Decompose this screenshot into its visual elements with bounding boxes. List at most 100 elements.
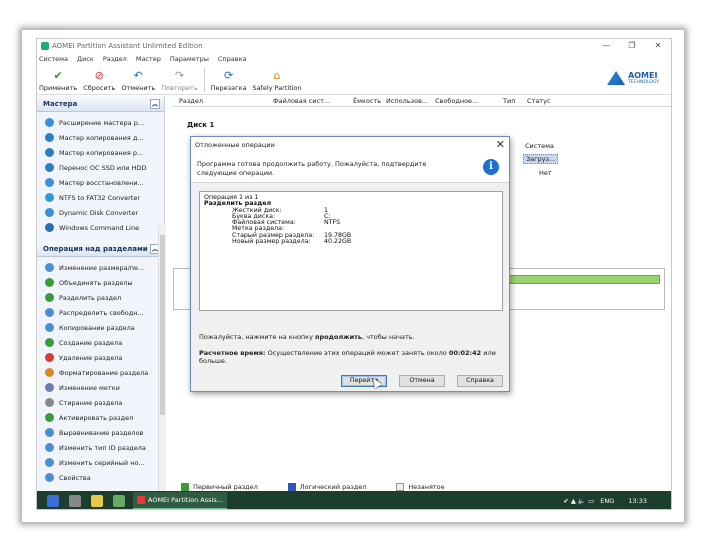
wizard-item[interactable]: NTFS to FAT32 Converter [45, 190, 164, 205]
wizard-item[interactable]: Перенос ОС SSD или HDD [45, 160, 164, 175]
start-icon[interactable] [47, 495, 59, 507]
app-icon [41, 42, 49, 50]
explorer-icon[interactable] [91, 495, 103, 507]
wizard-item[interactable]: Dynamic Disk Converter [45, 205, 164, 220]
partition-op-item[interactable]: Выравнивание разделов [45, 425, 164, 440]
partition-op-item[interactable]: Изменить тип ID раздела [45, 440, 164, 455]
unallocated-swatch [396, 483, 405, 491]
partition-op-item[interactable]: Изменение метки [45, 380, 164, 395]
partition-op-item[interactable]: Свойства [45, 470, 164, 485]
operation-icon [45, 263, 54, 272]
partition-op-item[interactable]: Активировать раздел [45, 410, 164, 425]
operations-list[interactable]: Операция 1 из 1 Разделить раздел Жесткий… [199, 191, 503, 311]
tray-icons[interactable]: ✔ ▲ 🔈 ▭ [563, 497, 594, 505]
safely-partition-button[interactable]: ⌂ Safely Partition [252, 69, 301, 94]
clock[interactable]: 13:33 [628, 497, 647, 505]
task-view-icon[interactable] [69, 495, 81, 507]
pending-operations-dialog: Отложенные операции ✕ Программа готова п… [190, 136, 510, 392]
partition-ops-list: Изменение размера/пе... Объединять раздел… [37, 257, 164, 485]
wizard-item[interactable]: Мастер копирования р... [45, 145, 164, 160]
dialog-close-icon[interactable]: ✕ [496, 138, 505, 151]
aomei-logo-mark [607, 71, 626, 85]
operation-icon [45, 428, 54, 437]
col-partition[interactable]: Раздел [179, 97, 203, 105]
menu-wizard[interactable]: Мастер [136, 55, 161, 63]
undo-button[interactable]: ↶ Отменить [121, 69, 155, 94]
menu-partition[interactable]: Раздел [103, 55, 127, 63]
wizard-item[interactable]: Мастер копирования д... [45, 130, 164, 145]
col-used[interactable]: Использов... [386, 97, 428, 105]
partition-op-item[interactable]: Распределить свободн... [45, 305, 164, 320]
partition-op-item[interactable]: Разделить раздел [45, 290, 164, 305]
col-free[interactable]: Свободное... [435, 97, 478, 105]
check-icon: ✔ [53, 69, 63, 82]
wizards-header[interactable]: Мастера ︽ [37, 96, 164, 112]
legend-primary: Первичный раздел [193, 483, 258, 491]
taskbar-aomei-app[interactable]: AOMEI Partition Assis... [133, 492, 227, 509]
wizard-icon [45, 208, 54, 217]
menu-disk[interactable]: Диск [77, 55, 94, 63]
col-capacity[interactable]: Ёмкость [353, 97, 381, 105]
operation-icon [45, 473, 54, 482]
wizard-item[interactable]: Мастер восстановлени... [45, 175, 164, 190]
operation-icon [45, 323, 54, 332]
primary-swatch [181, 483, 189, 491]
partition-op-item[interactable]: Изменение размера/пе... [45, 260, 164, 275]
window-title: AOMEI Partition Assistant Unlimited Edit… [52, 42, 203, 50]
toolbar: ✔ Применить ⊘ Сбросить ↶ Отменить ↷ Повт… [37, 65, 671, 95]
taskbar: AOMEI Partition Assis... ✔ ▲ 🔈 ▭ ENG 13:… [37, 491, 671, 509]
status-boot[interactable]: Загруз... [523, 154, 559, 164]
app-icon[interactable] [113, 495, 125, 507]
operation-icon [45, 308, 54, 317]
status-system[interactable]: Система [525, 142, 554, 150]
wizard-icon [45, 133, 54, 142]
scrollbar-thumb[interactable] [160, 235, 165, 415]
partition-op-item[interactable]: Удаление раздела [45, 350, 164, 365]
partition-op-item[interactable]: Стирание раздела [45, 395, 164, 410]
logical-swatch [287, 483, 296, 491]
menu-options[interactable]: Параметры [170, 55, 209, 63]
language-indicator[interactable]: ENG [600, 497, 614, 505]
legend-logical: Логический раздел [299, 483, 367, 491]
close-icon[interactable]: ✕ [645, 39, 671, 53]
collapse-icon[interactable]: ︽ [150, 99, 160, 109]
operation-icon [45, 293, 54, 302]
wizard-item[interactable]: Расширение мастера р... [45, 115, 164, 130]
wizard-icon [45, 148, 54, 157]
wizard-icon [45, 118, 54, 127]
col-type[interactable]: Тип [503, 97, 515, 105]
aomei-logo: AOMEI TECHNOLOGY [607, 71, 659, 85]
undo-icon: ↶ [133, 69, 143, 82]
operation-icon [45, 443, 54, 452]
safely-partition-icon: ⌂ [273, 69, 281, 82]
partition-ops-header[interactable]: Операция над разделами ︽ [37, 241, 164, 257]
wizard-item[interactable]: Windows Command Line [45, 220, 164, 235]
partition-op-item[interactable]: Объединять разделы [45, 275, 164, 290]
reload-button[interactable]: ⟳ Перезагка [211, 69, 247, 94]
menu-system[interactable]: Система [39, 55, 68, 63]
maximize-icon[interactable]: ❐ [619, 39, 645, 53]
status-no[interactable]: Нет [539, 169, 552, 177]
discard-button[interactable]: ⊘ Сбросить [83, 69, 115, 94]
apply-button[interactable]: ✔ Применить [39, 69, 77, 94]
dialog-header: Программа готова продолжить работу. Пожа… [191, 153, 509, 183]
reset-icon: ⊘ [94, 69, 104, 82]
minimize-icon[interactable]: — [593, 39, 619, 53]
cancel-button[interactable]: Отмена [399, 375, 445, 387]
wizard-icon [45, 178, 54, 187]
toolbar-separator [203, 68, 205, 92]
wizard-icon [45, 163, 54, 172]
aomei-taskbar-icon [137, 496, 145, 504]
sidebar-scrollbar[interactable] [158, 225, 166, 491]
help-button[interactable]: Справка [457, 375, 503, 387]
partition-op-item[interactable]: Изменить серийный но... [45, 455, 164, 470]
col-status[interactable]: Статус [527, 97, 551, 105]
col-filesystem[interactable]: Файловая сист... [273, 97, 330, 105]
menu-help[interactable]: Справка [218, 55, 247, 63]
partition-op-item[interactable]: Форматирование раздела [45, 365, 164, 380]
partition-op-item[interactable]: Копирование раздела [45, 320, 164, 335]
legend-unallocated: Незанятое [408, 483, 445, 491]
redo-button[interactable]: ↷ Повторить [161, 69, 197, 94]
operation-icon [45, 458, 54, 467]
partition-op-item[interactable]: Создание раздела [45, 335, 164, 350]
